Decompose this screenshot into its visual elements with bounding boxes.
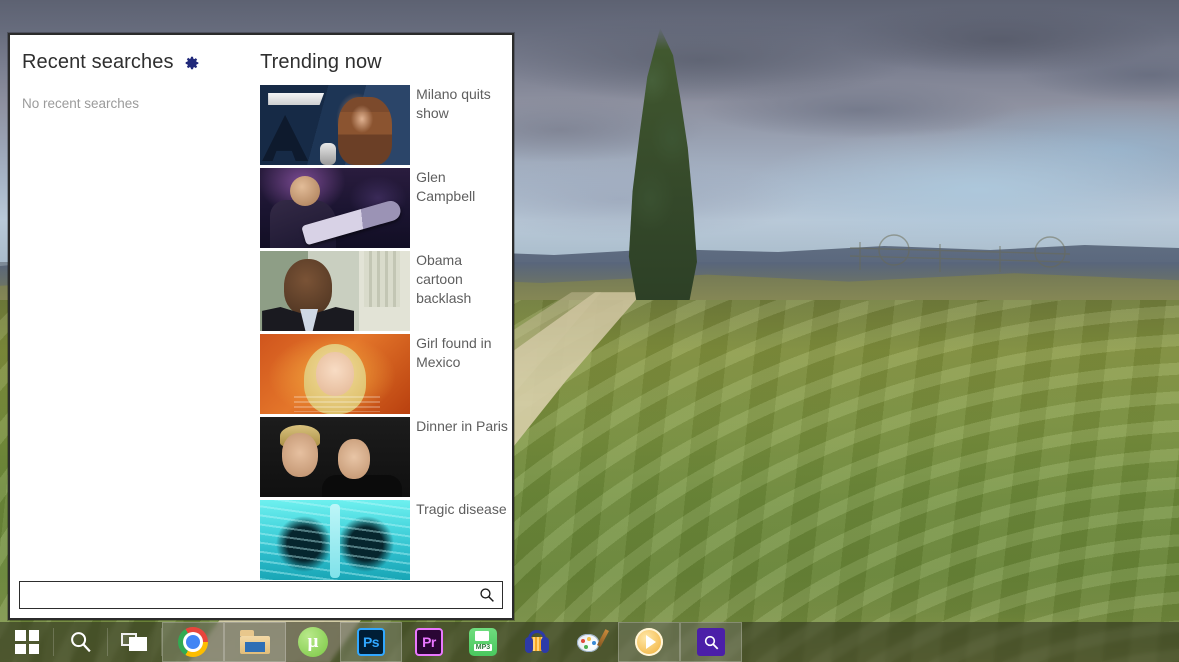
obama-thumbnail[interactable] [260,251,411,331]
premiere-icon: Pr [415,628,443,656]
trending-list: Milano quits show Glen Campbell Obama ca… [260,85,512,580]
task-view-button[interactable] [108,622,162,662]
paint-icon [577,629,609,655]
taskbar-item-player[interactable] [618,622,680,662]
desktop[interactable]: Recent searches No recent searches Trend… [0,0,1179,662]
list-item-label: Tragic disease [416,501,507,517]
chrome-icon [178,627,208,657]
utorrent-icon: µ [298,627,328,657]
recent-searches-title: Recent searches [22,50,174,73]
taskbar-item-mp3[interactable]: MP3 [456,622,510,662]
taskbar-item-explorer[interactable] [224,622,286,662]
search-button[interactable] [54,622,108,662]
search-flyout-panel[interactable]: Recent searches No recent searches Trend… [8,33,514,620]
audacity-icon [523,629,551,655]
recent-searches-column: Recent searches No recent searches [10,35,256,573]
windows-logo-icon [15,630,39,654]
list-item-label: Dinner in Paris [416,418,508,434]
taskbar-item-utorrent[interactable]: µ [286,622,340,662]
taskbar-item-paint[interactable] [564,622,618,662]
xray-thumbnail[interactable] [260,500,411,580]
task-view-icon [121,631,149,653]
start-button[interactable] [0,622,54,662]
list-item[interactable]: Girl found in Mexico [260,334,512,414]
no-recent-searches-message: No recent searches [22,96,140,111]
list-item-label: Glen Campbell [416,169,476,204]
girl-found-thumbnail[interactable] [260,334,411,414]
list-item[interactable]: Milano quits show [260,85,512,165]
search-submit-button[interactable] [474,582,500,608]
wallpaper-fence [850,234,1070,272]
search-icon [71,632,91,653]
photoshop-icon: Ps [357,628,385,656]
taskbar-item-photoshop[interactable]: Ps [340,622,402,662]
trending-now-title: Trending now [260,50,382,73]
recent-searches-heading: Recent searches [22,49,256,75]
list-item-label: Milano quits show [416,86,491,121]
taskbar-item-premiere[interactable]: Pr [402,622,456,662]
search-icon [480,588,494,602]
glen-campbell-thumbnail[interactable] [260,168,411,248]
trending-now-heading: Trending now [260,49,512,75]
mp3-icon-label: MP3 [473,644,493,651]
list-item[interactable]: Obama cartoon backlash [260,251,512,331]
milano-thumbnail[interactable] [260,85,411,165]
list-item[interactable]: Dinner in Paris [260,417,512,497]
media-player-icon [635,628,663,656]
list-item[interactable]: Glen Campbell [260,168,512,248]
list-item[interactable]: Tragic disease [260,500,512,580]
list-item-label: Girl found in Mexico [416,335,492,370]
list-item-label: Obama cartoon backlash [416,252,472,306]
file-explorer-icon [240,630,270,654]
dinner-in-paris-thumbnail[interactable] [260,417,411,497]
taskbar[interactable]: µ Ps Pr MP3 [0,622,1179,662]
taskbar-item-everything[interactable] [680,622,742,662]
everything-search-icon [697,628,725,656]
search-input[interactable] [20,583,502,607]
trending-now-column: Trending now Milano quits show Glen Camp… [256,35,512,580]
panel-columns: Recent searches No recent searches Trend… [10,35,512,580]
gear-icon[interactable] [183,55,200,72]
mp3-converter-icon: MP3 [469,628,497,656]
taskbar-item-chrome[interactable] [162,622,224,662]
taskbar-item-audacity[interactable] [510,622,564,662]
search-box[interactable] [19,581,503,609]
